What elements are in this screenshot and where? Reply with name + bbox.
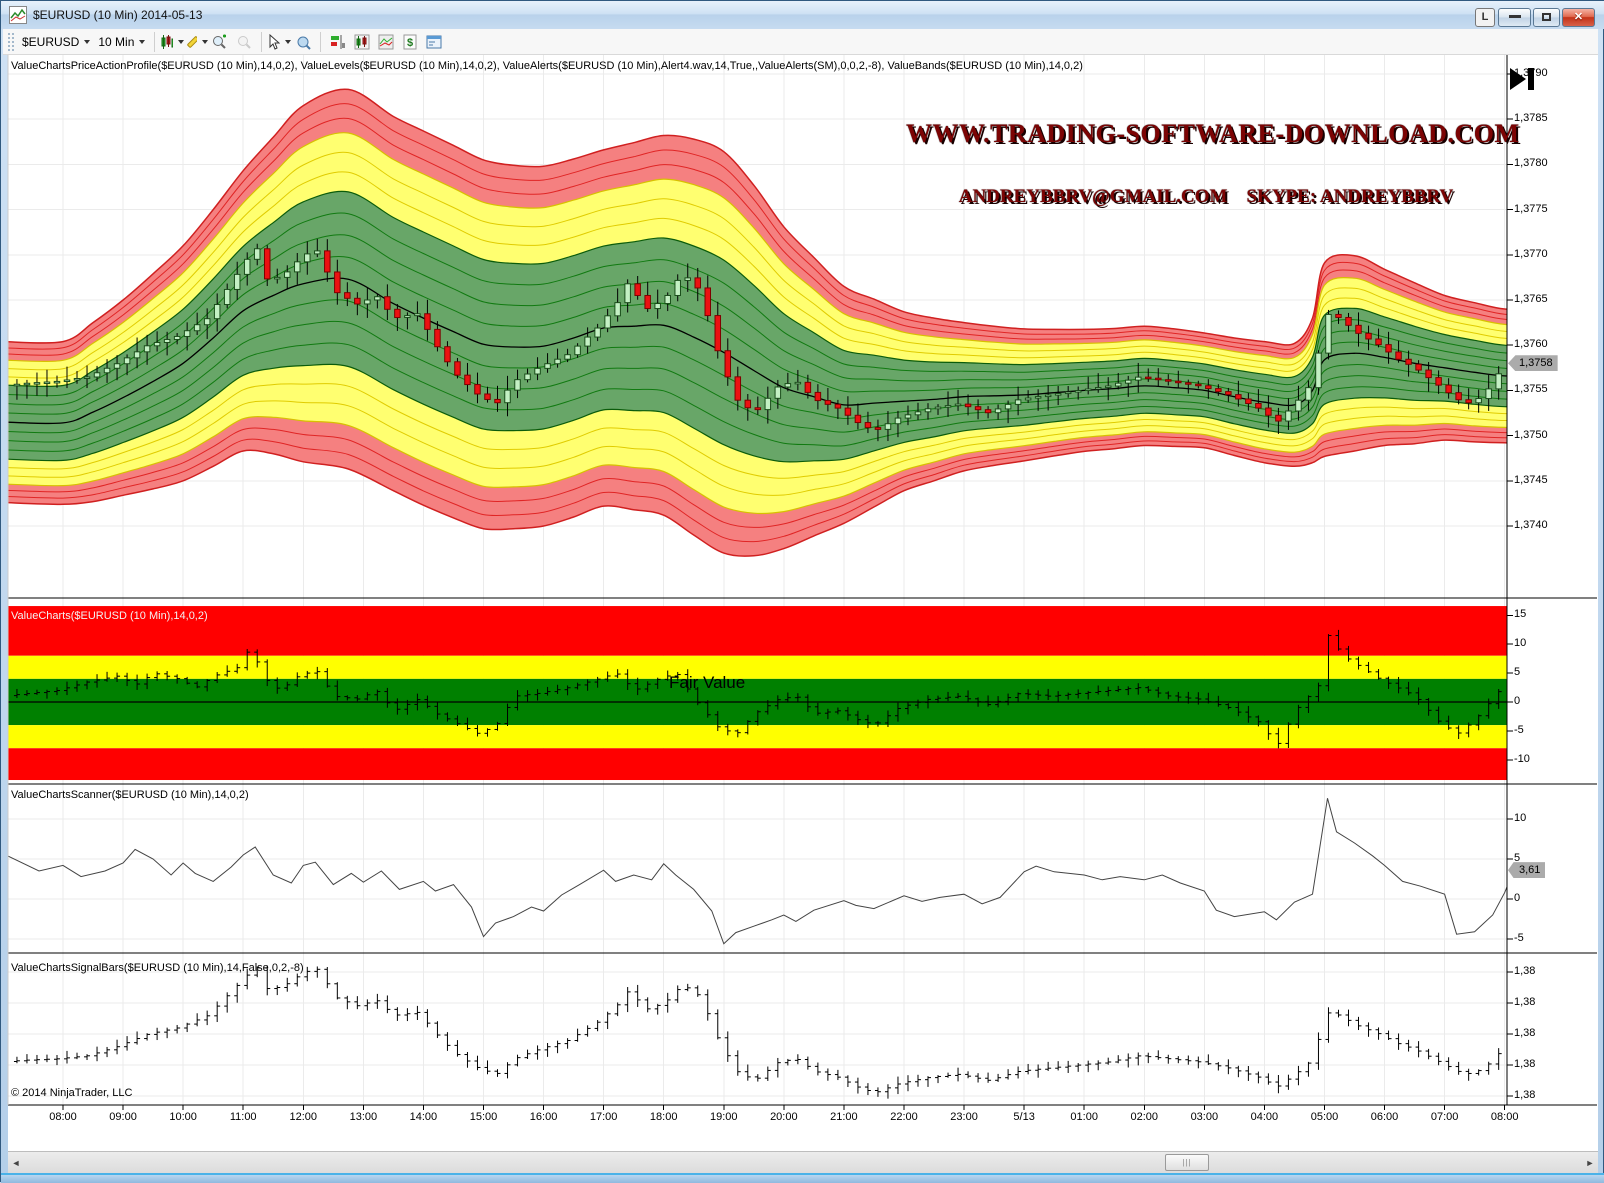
time-tick-label: 22:00: [890, 1111, 918, 1123]
axis-tick-label: 10: [1514, 812, 1526, 824]
axis-tick-label: 1,3745: [1514, 474, 1548, 486]
axis-tick-label: -10: [1514, 753, 1530, 765]
axis-tick-label: 1,38: [1514, 1027, 1535, 1039]
time-tick-label: 08:00: [49, 1111, 77, 1123]
scanner-panel-label: ValueChartsScanner($EURUSD (10 Min),14,0…: [11, 789, 249, 801]
time-tick-label: 15:00: [470, 1111, 498, 1123]
time-tick-label: 17:00: [590, 1111, 618, 1123]
axis-tick-label: 0: [1514, 892, 1520, 904]
time-tick-label: 13:00: [350, 1111, 378, 1123]
time-tick-label: 10:00: [169, 1111, 197, 1123]
axis-tick-label: 1,3750: [1514, 429, 1548, 441]
copyright-label: © 2014 NinjaTrader, LLC: [11, 1087, 132, 1099]
last-price-tag: 1,3758: [1508, 355, 1558, 371]
axis-tick-label: 1,38: [1514, 1089, 1535, 1101]
watermark: WWW.TRADING-SOFTWARE-DOWNLOAD.COM ANDREY…: [906, 83, 1506, 244]
axis-tick-label: -5: [1514, 724, 1524, 736]
signalbars-panel[interactable]: [14, 965, 1502, 1098]
fair-value-annotation: Fair Value: [669, 673, 745, 693]
axis-tick-label: 1,3790: [1514, 67, 1548, 79]
axis-tick-label: 1,3780: [1514, 157, 1548, 169]
axis-tick-label: 1,3755: [1514, 383, 1548, 395]
signalbars-panel-label: ValueChartsSignalBars($EURUSD (10 Min),1…: [11, 962, 304, 974]
axis-tick-label: 1,3770: [1514, 248, 1548, 260]
time-tick-label: 18:00: [650, 1111, 678, 1123]
axis-tick-label: 1,3760: [1514, 338, 1548, 350]
time-tick-label: 07:00: [1431, 1111, 1459, 1123]
axis-tick-label: 5: [1514, 852, 1520, 864]
valuecharts-panel[interactable]: [8, 606, 1507, 780]
axis-tick-label: 1,3775: [1514, 203, 1548, 215]
time-tick-label: 19:00: [710, 1111, 738, 1123]
scanner-panel[interactable]: [6, 798, 1514, 944]
axis-tick-label: 1,38: [1514, 996, 1535, 1008]
axis-tick-label: 1,3740: [1514, 519, 1548, 531]
scroll-right-arrow[interactable]: ►: [1582, 1152, 1598, 1174]
axis-tick-label: -5: [1514, 932, 1524, 944]
axis-tick-label: 15: [1514, 608, 1526, 620]
axis-tick-label: 1,3785: [1514, 112, 1548, 124]
axis-tick-label: 1,3765: [1514, 293, 1548, 305]
time-tick-label: 16:00: [530, 1111, 558, 1123]
scroll-left-arrow[interactable]: ◄: [8, 1152, 24, 1174]
time-tick-label: 12:00: [290, 1111, 318, 1123]
price-panel-indicator-label: ValueChartsPriceActionProfile($EURUSD (1…: [11, 60, 1391, 72]
axis-tick-label: 1,38: [1514, 1058, 1535, 1070]
time-tick-label: 21:00: [830, 1111, 858, 1123]
watermark-line2: ANDREYBBRV@GMAIL.COM SKYPE: ANDREYBBRV: [906, 186, 1506, 208]
time-tick-label: 04:00: [1251, 1111, 1279, 1123]
time-tick-label: 02:00: [1130, 1111, 1158, 1123]
axis-tick-label: 10: [1514, 637, 1526, 649]
scrollbar-thumb[interactable]: |||: [1165, 1154, 1209, 1171]
time-tick-label: 05:00: [1311, 1111, 1339, 1123]
time-tick-label: 08:00: [1491, 1111, 1519, 1123]
time-tick-label: 06:00: [1371, 1111, 1399, 1123]
axis-tick-label: 0: [1514, 695, 1520, 707]
time-tick-label: 09:00: [109, 1111, 137, 1123]
time-tick-label: 23:00: [950, 1111, 978, 1123]
chart-window: $EURUSD (10 Min) 2014-05-13 L ✕ $EURUSD …: [0, 0, 1604, 1182]
axis-tick-label: 1,38: [1514, 965, 1535, 977]
time-tick-label: 01:00: [1070, 1111, 1098, 1123]
valuecharts-panel-label: ValueCharts($EURUSD (10 Min),14,0,2): [11, 610, 208, 622]
watermark-line1: WWW.TRADING-SOFTWARE-DOWNLOAD.COM: [906, 119, 1506, 149]
time-tick-label: 03:00: [1191, 1111, 1219, 1123]
horizontal-scrollbar[interactable]: ◄ ||| ►: [8, 1151, 1598, 1173]
time-tick-label: 5/13: [1013, 1111, 1034, 1123]
time-tick-label: 11:00: [230, 1111, 257, 1123]
time-tick-label: 20:00: [770, 1111, 798, 1123]
axis-tick-label: 5: [1514, 666, 1520, 678]
time-tick-label: 14:00: [410, 1111, 438, 1123]
scanner-value-tag: 3,61: [1508, 862, 1545, 878]
